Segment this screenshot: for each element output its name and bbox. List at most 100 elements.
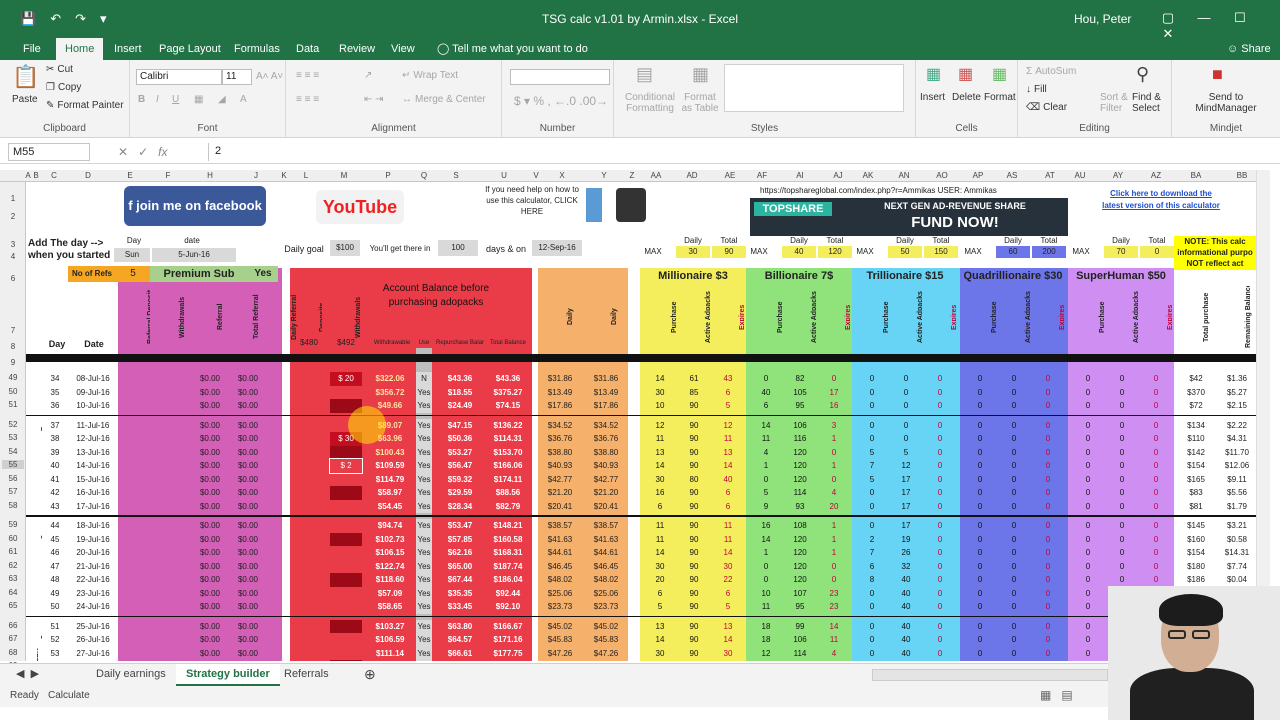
tier-total-input[interactable]: 0 (1140, 246, 1174, 258)
use-cell[interactable]: Yes (416, 660, 432, 661)
use-cell[interactable]: Yes (416, 445, 432, 459)
withdrawal-cell[interactable] (330, 519, 362, 533)
worksheet[interactable]: Add The day --> when you started Day date Su… (26, 182, 1256, 661)
row-header[interactable]: 58 (2, 501, 24, 510)
bold-icon[interactable]: B (138, 94, 145, 105)
withdrawal-cell[interactable] (330, 386, 362, 400)
sheet-nav-arrows[interactable]: ◀ ▶ (6, 664, 49, 686)
column-header[interactable]: AI (790, 171, 810, 180)
number-format-select[interactable] (510, 69, 610, 85)
horizontal-scrollbar[interactable] (872, 669, 1108, 681)
row-header[interactable]: 6 (2, 274, 24, 283)
use-cell[interactable]: Yes (416, 646, 432, 660)
column-header[interactable]: AN (894, 171, 914, 180)
formula-input[interactable]: 2 (208, 143, 1270, 161)
font-color-icon[interactable]: A (240, 94, 247, 105)
tier-daily-input[interactable]: 50 (888, 246, 922, 258)
insert-cells-icon[interactable]: ▦ (926, 64, 941, 84)
cut-button[interactable]: ✂ Cut (46, 64, 73, 75)
sheet-tab-daily-earnings[interactable]: Daily earnings (86, 664, 176, 686)
row-header[interactable]: 62 (2, 561, 24, 570)
row-header[interactable]: 65 (2, 601, 24, 610)
tier-daily-input[interactable]: 30 (676, 246, 710, 258)
tier-daily-input[interactable]: 70 (1104, 246, 1138, 258)
use-cell[interactable]: Yes (416, 399, 432, 413)
tier-total-input[interactable]: 120 (818, 246, 852, 258)
delete-cells-button[interactable]: Delete (952, 92, 981, 103)
withdrawal-cell[interactable] (330, 473, 362, 487)
tier-total-input[interactable]: 200 (1032, 246, 1066, 258)
row-header[interactable]: 55 (2, 460, 24, 469)
tier-daily-input[interactable]: 40 (782, 246, 816, 258)
column-header[interactable]: V (526, 171, 546, 180)
download-link[interactable]: Click here to download the latest versio… (1102, 188, 1220, 228)
tab-insert[interactable]: Insert (105, 38, 151, 60)
use-cell[interactable]: Yes (416, 619, 432, 633)
merge-center-button[interactable]: ↔ Merge & Center (402, 94, 486, 105)
tab-file[interactable]: File (14, 38, 50, 60)
fill-button[interactable]: ↓ Fill (1026, 84, 1047, 95)
column-header[interactable]: BB (1232, 171, 1252, 180)
row-header[interactable]: 52 (2, 420, 24, 429)
format-cells-icon[interactable]: ▦ (992, 64, 1007, 84)
column-header[interactable]: C (44, 171, 64, 180)
tab-view[interactable]: View (382, 38, 424, 60)
formula-icons[interactable]: ✕ ✓ fx (118, 145, 168, 159)
column-header[interactable]: AA (646, 171, 666, 180)
delete-cells-icon[interactable]: ▦ (958, 64, 973, 84)
tier-daily-input[interactable]: 60 (996, 246, 1030, 258)
column-header[interactable]: AT (1040, 171, 1060, 180)
tab-review[interactable]: Review (330, 38, 384, 60)
column-header[interactable]: M (334, 171, 354, 180)
sheet-tab-referrals[interactable]: Referrals (274, 664, 339, 686)
row-header[interactable]: 4 (2, 252, 24, 261)
start-date-input[interactable]: 5-Jun-16 (152, 248, 236, 262)
withdrawal-cell[interactable] (330, 660, 362, 661)
row-header[interactable]: 59 (2, 520, 24, 529)
row-header[interactable]: 60 (2, 534, 24, 543)
withdrawal-cell[interactable] (330, 486, 362, 500)
row-header[interactable]: 64 (2, 588, 24, 597)
use-cell[interactable]: Yes (416, 573, 432, 587)
format-painter-button[interactable]: ✎ Format Painter (46, 100, 124, 111)
column-header[interactable]: AK (858, 171, 878, 180)
column-header[interactable]: AU (1070, 171, 1090, 180)
column-header[interactable]: AE (720, 171, 740, 180)
name-box[interactable]: M55 (8, 143, 90, 161)
withdrawal-cell[interactable]: $ 2 (329, 458, 363, 474)
column-header[interactable]: Q (414, 171, 434, 180)
withdrawal-cell[interactable]: $ 20 (330, 372, 362, 386)
column-header[interactable]: AZ (1146, 171, 1166, 180)
use-cell[interactable]: Yes (416, 472, 432, 486)
column-header[interactable]: P (378, 171, 398, 180)
column-header[interactable]: AJ (828, 171, 848, 180)
italic-icon[interactable]: I (156, 94, 159, 105)
use-cell[interactable]: Yes (416, 432, 432, 446)
row-header[interactable]: 66 (2, 621, 24, 630)
maximize-icon[interactable]: ☐ (1222, 10, 1258, 26)
row-header[interactable]: 49 (2, 373, 24, 382)
tab-page-layout[interactable]: Page Layout (150, 38, 230, 60)
withdrawal-cell[interactable] (330, 600, 362, 614)
use-cell[interactable]: Yes (416, 459, 432, 473)
borders-icon[interactable]: ▦ (194, 94, 203, 105)
row-header[interactable]: 53 (2, 433, 24, 442)
column-header[interactable]: U (494, 171, 514, 180)
user-name[interactable]: Hou, Peter (1074, 12, 1131, 26)
status-calculate[interactable]: Calculate (48, 690, 90, 701)
row-header[interactable]: 3 (2, 240, 24, 249)
row-header[interactable]: 54 (2, 447, 24, 456)
use-cell[interactable]: Yes (416, 633, 432, 647)
use-cell[interactable]: Yes (416, 519, 432, 533)
row-header[interactable]: 57 (2, 487, 24, 496)
cell-styles-gallery[interactable] (724, 64, 904, 112)
daily-goal-input[interactable]: $100 (330, 240, 360, 256)
format-cells-button[interactable]: Format (984, 92, 1016, 103)
column-header[interactable]: J (246, 171, 266, 180)
column-header[interactable]: AD (682, 171, 702, 180)
column-header[interactable]: D (78, 171, 98, 180)
use-cell[interactable]: Yes (416, 546, 432, 560)
withdrawal-cell[interactable] (330, 500, 362, 514)
row-header[interactable]: 1 (2, 194, 24, 203)
clear-button[interactable]: ⌫ Clear (1026, 102, 1067, 113)
